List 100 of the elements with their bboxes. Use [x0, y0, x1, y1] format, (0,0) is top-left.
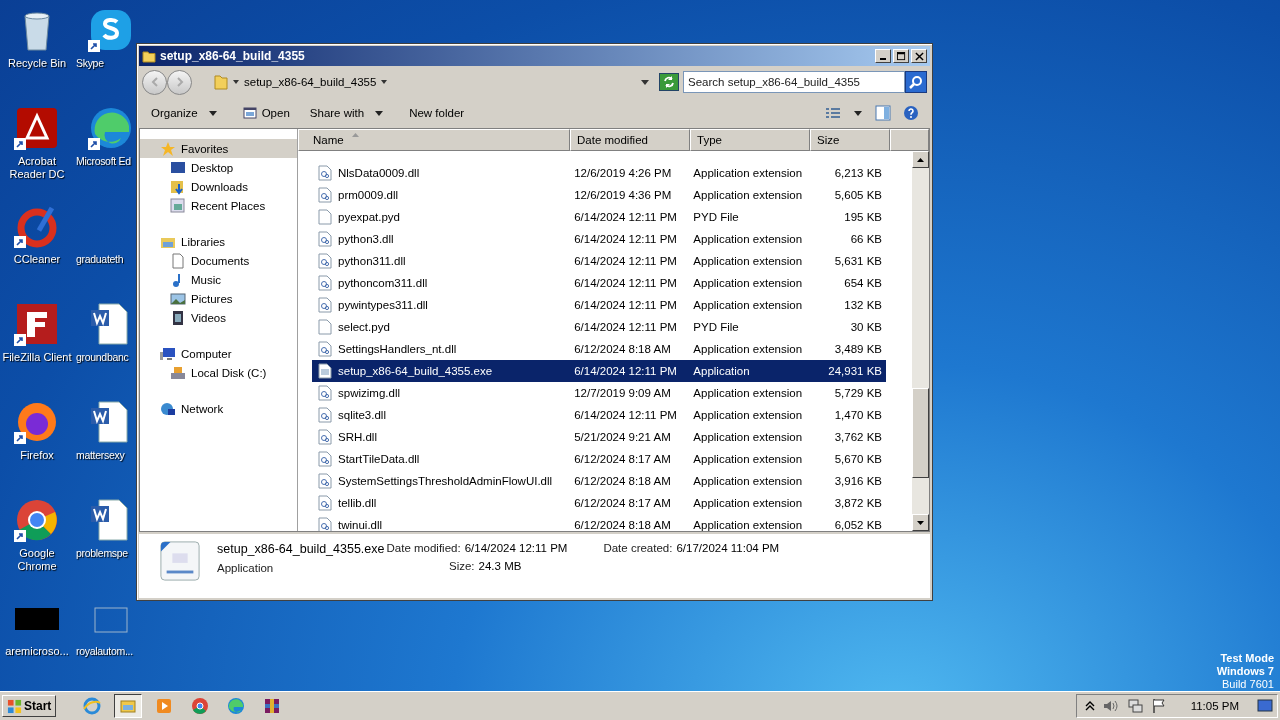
folder-icon: [142, 49, 156, 63]
back-button[interactable]: [142, 69, 167, 95]
file-row[interactable]: SettingsHandlers_nt.dll 6/12/2024 8:18 AM Application extension 3,489 KB: [312, 338, 886, 360]
toolbar-button[interactable]: Organize: [145, 105, 229, 121]
column-header[interactable]: Type: [690, 129, 810, 151]
nav-item[interactable]: Downloads: [140, 177, 297, 196]
clock[interactable]: 11:05 PM: [1190, 700, 1239, 712]
maximize-button[interactable]: [893, 49, 909, 63]
desktop-icon-label[interactable]: groundbanc: [76, 351, 129, 364]
column-header[interactable]: Date modified: [570, 129, 690, 151]
nav-item[interactable]: Recent Places: [140, 196, 297, 215]
table-cell-text: Application extension: [692, 189, 804, 201]
test-mode-text: Build 7601: [1222, 678, 1274, 691]
file-row[interactable]: setup_x86-64_build_4355.exe 6/14/2024 12:11 PM Application 24,931 KB: [312, 360, 886, 382]
file-row[interactable]: SystemSettingsThresholdAdminFlowUI.dll 6/12/2024 8:18 AM Application extension 3,916 KB: [312, 470, 886, 492]
search-button[interactable]: [905, 71, 927, 93]
app-icon: [263, 697, 282, 715]
preview-pane-icon[interactable]: [875, 105, 891, 121]
table-cell-text: 6,052 KB: [833, 519, 883, 531]
taskbar-app-button[interactable]: [114, 694, 143, 718]
file-name: pywintypes311.dll: [338, 299, 428, 311]
minimize-icon: [880, 57, 886, 60]
table-cell-text: 6/12/2024 8:17 AM: [573, 497, 672, 509]
file-icon: [318, 407, 332, 423]
desktop-icon-label[interactable]: Microsoft Ed: [76, 155, 131, 168]
nav-item[interactable]: Pictures: [140, 289, 297, 308]
table-cell-text: Application extension: [692, 343, 804, 355]
column-header[interactable]: Size: [810, 129, 890, 151]
scroll-down-icon[interactable]: [917, 520, 924, 525]
desktop-icon-label[interactable]: aremicroso...: [1, 645, 73, 658]
file-name: NlsData0009.dll: [338, 167, 420, 179]
desktop-icon-label[interactable]: Acrobat Reader DC: [1, 155, 73, 181]
file-row[interactable]: python311.dll 6/14/2024 12:11 PM Application extension 5,631 KB: [312, 250, 886, 272]
desktop-icon-label[interactable]: Firefox: [1, 449, 73, 462]
nav-item[interactable]: Favorites: [140, 139, 297, 158]
desktop-icon-label[interactable]: CCleaner: [1, 253, 73, 266]
column-header[interactable]: Name: [298, 129, 570, 151]
start-button[interactable]: Start: [2, 695, 57, 717]
show-hidden-icons-icon[interactable]: [1084, 700, 1095, 712]
speaker-icon[interactable]: [1102, 699, 1119, 713]
nav-item[interactable]: Libraries: [140, 232, 297, 251]
minimize-button[interactable]: [875, 49, 891, 63]
file-row[interactable]: select.pyd 6/14/2024 12:11 PM PYD File 30 KB: [312, 316, 886, 338]
file-icon: [318, 297, 332, 313]
toolbar-button[interactable]: New folder: [403, 105, 471, 121]
table-cell-text: 30 KB: [849, 321, 883, 333]
nav-icon: [160, 345, 176, 362]
field-value: 6/14/2024 12:11 PM: [464, 542, 568, 554]
desktop-icon-label[interactable]: Skype: [76, 57, 104, 70]
scroll-up-icon[interactable]: [917, 157, 924, 162]
file-row[interactable]: python3.dll 6/14/2024 12:11 PM Application extension 66 KB: [312, 228, 886, 250]
file-row[interactable]: twinui.dll 6/12/2024 8:18 AM Application extension 6,052 KB: [312, 514, 886, 531]
desktop-icon-label[interactable]: graduateth: [76, 253, 124, 266]
file-row[interactable]: pythoncom311.dll 6/14/2024 12:11 PM Application extension 654 KB: [312, 272, 886, 294]
file-icon: [318, 363, 332, 379]
nav-item[interactable]: Desktop: [140, 158, 297, 177]
desktop-icon-label[interactable]: FileZilla Client: [1, 351, 73, 364]
table-cell-text: Application extension: [692, 409, 804, 421]
file-icon: [318, 385, 332, 401]
file-row[interactable]: StartTileData.dll 6/12/2024 8:17 AM Application extension 5,670 KB: [312, 448, 886, 470]
open-button[interactable]: Open: [236, 104, 296, 122]
desktop-icon-label[interactable]: royalautom...: [76, 645, 133, 658]
network-icon[interactable]: [1126, 698, 1143, 714]
table-cell-text: PYD File: [692, 211, 740, 223]
forward-button[interactable]: [167, 69, 192, 95]
help-icon[interactable]: [903, 105, 919, 121]
app-icon: [83, 697, 102, 715]
file-row[interactable]: sqlite3.dll 6/14/2024 12:11 PM Application extension 1,470 KB: [312, 404, 886, 426]
file-row[interactable]: NlsData0009.dll 12/6/2019 4:26 PM Application extension 6,213 KB: [312, 162, 886, 184]
nav-item[interactable]: Computer: [140, 344, 297, 363]
nav-item[interactable]: Local Disk (C:): [140, 363, 297, 382]
table-cell-text: 6/14/2024 12:11 PM: [573, 277, 678, 289]
table-cell-text: Application extension: [692, 497, 804, 509]
file-row[interactable]: spwizimg.dll 12/7/2019 9:09 AM Application extension 5,729 KB: [312, 382, 886, 404]
file-row[interactable]: pywintypes311.dll 6/14/2024 12:11 PM Application extension 132 KB: [312, 294, 886, 316]
nav-item[interactable]: Documents: [140, 251, 297, 270]
caret-icon[interactable]: [854, 110, 862, 116]
nav-item[interactable]: Music: [140, 270, 297, 289]
scroll-thumb[interactable]: [912, 388, 929, 478]
refresh-button[interactable]: [659, 73, 679, 91]
show-desktop-icon[interactable]: [1257, 699, 1273, 713]
view-options-icon[interactable]: [825, 105, 841, 121]
desktop-icon-label[interactable]: Google Chrome: [1, 547, 73, 573]
close-button[interactable]: [911, 49, 927, 63]
table-cell-text: 6/12/2024 8:17 AM: [573, 453, 672, 465]
file-row[interactable]: pyexpat.pyd 6/14/2024 12:11 PM PYD File 195 KB: [312, 206, 886, 228]
nav-item[interactable]: Videos: [140, 308, 297, 327]
file-row[interactable]: prm0009.dll 12/6/2019 4:36 PM Application extension 5,605 KB: [312, 184, 886, 206]
scroll-bar[interactable]: [912, 151, 929, 531]
nav-icon: [170, 197, 186, 214]
search-field[interactable]: Search setup_x86-64_build_4355: [683, 71, 905, 93]
desktop-icon-label[interactable]: mattersexy: [76, 449, 125, 462]
field-label: Size:: [449, 560, 475, 572]
file-row[interactable]: tellib.dll 6/12/2024 8:17 AM Application extension 3,872 KB: [312, 492, 886, 514]
toolbar-button[interactable]: Share with: [303, 105, 396, 121]
desktop-icon-label[interactable]: problemspe: [76, 547, 128, 560]
file-row[interactable]: SRH.dll 5/21/2024 9:21 AM Application extension 3,762 KB: [312, 426, 886, 448]
flag-icon[interactable]: [1150, 698, 1167, 714]
nav-item[interactable]: Network: [140, 399, 297, 418]
desktop-icon-label[interactable]: Recycle Bin: [1, 57, 73, 70]
